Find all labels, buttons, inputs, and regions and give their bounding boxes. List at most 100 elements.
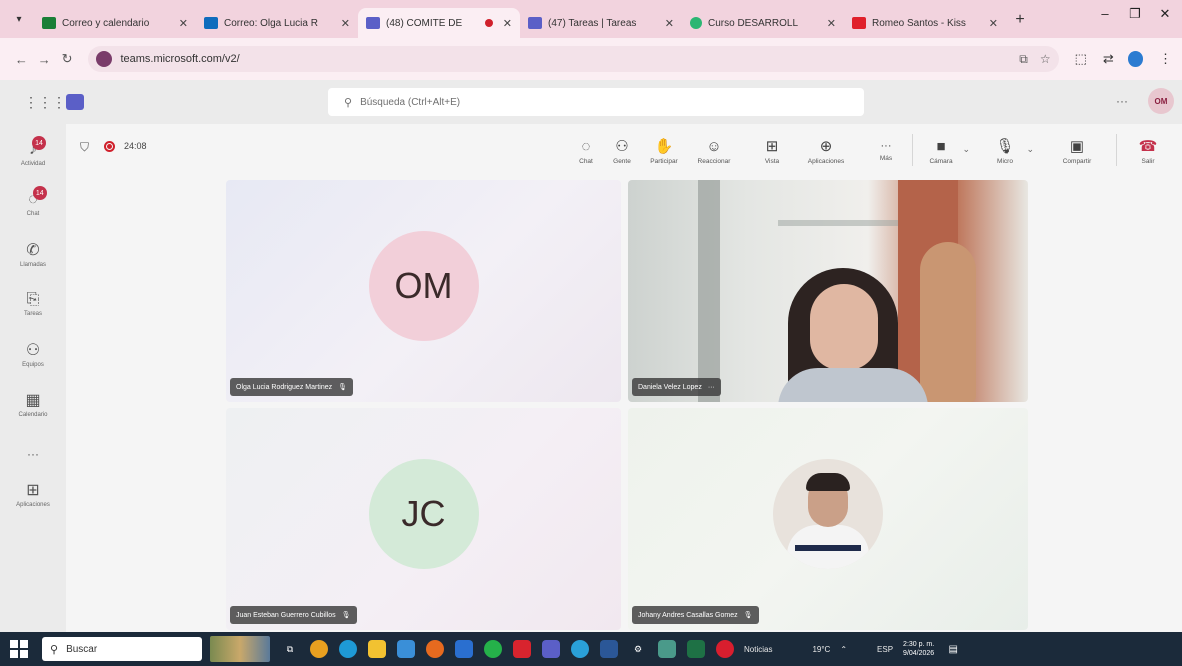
taskbar-search-input[interactable]: ⚲ Buscar xyxy=(42,637,202,661)
chrome-profile-icon[interactable] xyxy=(571,640,589,658)
participant-video-face xyxy=(810,284,878,370)
toolbar-label: Cámara xyxy=(929,157,953,165)
excel-icon[interactable] xyxy=(687,640,705,658)
toolbar-label: Micro xyxy=(997,158,1013,165)
recording-indicator-icon xyxy=(484,19,493,27)
rail-item-equipos[interactable]: ⚇ Equipos xyxy=(0,330,66,378)
url-bar[interactable]: teams.microsoft.com/v2/ ⧉ ☆ xyxy=(88,46,1059,72)
news-label[interactable]: Noticias xyxy=(744,645,772,654)
participant-tile[interactable]: JC Juan Esteban Guerrero Cubillos 🎙 xyxy=(226,408,621,630)
browser-tab-curso[interactable]: Curso DESARROLL ✕ xyxy=(682,8,844,38)
camera-app-icon[interactable] xyxy=(658,640,676,658)
browser-tab-tareas[interactable]: (47) Tareas | Tareas ✕ xyxy=(520,8,682,38)
rail-item-llamadas[interactable]: ✆ Llamadas xyxy=(0,230,66,278)
camera-button[interactable]: ■ Cámara ⌄ xyxy=(924,130,970,172)
chevron-down-icon[interactable]: ⌄ xyxy=(962,144,970,155)
participant-tile-video[interactable]: Daniela Velez Lopez ··· xyxy=(628,180,1028,402)
close-icon[interactable]: ✕ xyxy=(179,17,188,30)
acrobat-icon[interactable] xyxy=(513,640,531,658)
browser-tab-comite[interactable]: (48) COMITE DE ✕ xyxy=(358,8,520,38)
people-button[interactable]: ⚇ Gente xyxy=(606,130,638,172)
participant-tile[interactable]: Johany Andres Casallas Gomez 🎙 xyxy=(628,408,1028,630)
apps-button[interactable]: ⊕ Aplicaciones xyxy=(800,130,852,172)
rail-item-chat[interactable]: ◌ 14 Chat xyxy=(0,180,66,228)
profile-avatar-icon[interactable] xyxy=(1127,51,1144,67)
tab-search-button[interactable]: ▾ xyxy=(8,8,30,30)
tab-title: Correo: Olga Lucia R xyxy=(224,17,318,29)
cast-icon[interactable]: ⧉ xyxy=(1019,52,1028,67)
tray-chevron-icon[interactable]: ⌃ xyxy=(840,645,847,654)
whatsapp-icon[interactable] xyxy=(484,640,502,658)
camera-off-icon: ■ xyxy=(936,137,946,155)
windows-start-icon[interactable] xyxy=(10,640,28,658)
browser-tab-youtube[interactable]: Romeo Santos - Kiss ✕ xyxy=(844,8,1006,38)
toolbar-label: Aplicaciones xyxy=(807,158,845,165)
settings-more-icon[interactable]: ··· xyxy=(1116,94,1128,108)
close-icon[interactable]: ✕ xyxy=(827,17,836,30)
chat-button[interactable]: ◌ Chat xyxy=(570,130,602,172)
close-icon[interactable]: ✕ xyxy=(665,17,674,30)
toolbar-label: Más xyxy=(879,155,893,162)
reload-icon[interactable]: ↻ xyxy=(56,51,79,67)
minimize-icon[interactable]: – xyxy=(1090,6,1120,21)
leave-button[interactable]: ☎ Salir xyxy=(1132,130,1164,172)
app-launcher-icon[interactable]: ⋮⋮⋮ xyxy=(24,94,66,111)
close-icon[interactable]: ✕ xyxy=(989,17,998,30)
phone-icon: ✆ xyxy=(26,242,40,259)
chevron-down-icon[interactable]: ⌄ xyxy=(1026,144,1034,155)
search-input[interactable]: ⚲ Búsqueda (Ctrl+Alt+E) xyxy=(328,88,864,116)
react-button[interactable]: ☺ Reaccionar xyxy=(692,130,736,172)
file-explorer-icon[interactable] xyxy=(368,640,386,658)
raise-hand-button[interactable]: ✋ Participar xyxy=(644,130,684,172)
background-coat xyxy=(920,242,976,402)
language-label[interactable]: ESP xyxy=(877,645,893,654)
restore-icon[interactable]: ❐ xyxy=(1120,6,1150,22)
mail-icon[interactable] xyxy=(455,640,473,658)
rail-item-aplicaciones[interactable]: ⊞ Aplicaciones xyxy=(0,470,66,518)
shield-icon[interactable]: ⛉ xyxy=(80,140,89,155)
task-view-icon[interactable]: ⧉ xyxy=(281,640,299,658)
weather-label[interactable]: 19°C xyxy=(812,645,830,654)
forward-icon[interactable]: → xyxy=(33,52,56,67)
participant-tile[interactable]: OM Olga Lucia Rodriguez Martinez 🎙 xyxy=(226,180,621,402)
word-icon[interactable] xyxy=(600,640,618,658)
new-tab-button[interactable]: + xyxy=(1006,6,1034,34)
participant-name: Olga Lucia Rodriguez Martinez xyxy=(236,383,333,391)
user-avatar[interactable]: OM xyxy=(1148,88,1174,114)
close-icon[interactable]: ✕ xyxy=(503,17,512,30)
recording-icon[interactable] xyxy=(104,141,115,152)
share-button[interactable]: ▣ Compartir xyxy=(1056,130,1098,172)
rail-item-calendario[interactable]: ▦ Calendario xyxy=(0,380,66,428)
browser-tab-mail[interactable]: Correo y calendario ✕ xyxy=(34,8,196,38)
taskbar-clock[interactable]: 2:30 p. m. 9/04/2026 xyxy=(903,640,934,658)
news-widget-image[interactable] xyxy=(210,636,270,662)
back-icon[interactable]: ← xyxy=(10,52,33,67)
close-icon[interactable]: ✕ xyxy=(341,17,350,30)
translate-icon[interactable]: ⇄ xyxy=(1103,51,1114,67)
rail-item-tareas[interactable]: ⎘ Tareas xyxy=(0,280,66,328)
notifications-icon[interactable]: ▤ xyxy=(944,640,962,658)
extensions-icon[interactable]: ⬚ xyxy=(1075,51,1087,67)
bookmark-star-icon[interactable]: ☆ xyxy=(1040,52,1051,66)
people-icon: ⚇ xyxy=(615,138,629,155)
browser-menu-icon[interactable]: ⋮ xyxy=(1159,51,1172,67)
outlook-favicon-icon xyxy=(204,17,218,29)
participant-initials-avatar: OM xyxy=(368,231,479,341)
browser-tab-mail-olga[interactable]: Correo: Olga Lucia R ✕ xyxy=(196,8,358,38)
view-button[interactable]: ⊞ Vista xyxy=(756,130,788,172)
rail-item-actividad[interactable]: ♪ 14 Actividad xyxy=(0,130,66,178)
firefox-icon[interactable] xyxy=(426,640,444,658)
site-info-icon[interactable] xyxy=(96,51,113,67)
more-icon: ··· xyxy=(707,383,715,391)
settings-gear-icon[interactable]: ⚙ xyxy=(629,640,647,658)
more-button[interactable]: ··· Más xyxy=(870,130,902,172)
outlook-favicon-icon xyxy=(42,17,56,29)
mic-button[interactable]: 🎙 Micro ⌄ xyxy=(988,130,1034,172)
close-window-icon[interactable]: ✕ xyxy=(1150,6,1180,22)
photo-shirt xyxy=(787,525,869,569)
opera-icon[interactable] xyxy=(716,640,734,658)
chrome-icon[interactable] xyxy=(310,640,328,658)
store-icon[interactable] xyxy=(397,640,415,658)
teams-taskbar-icon[interactable] xyxy=(542,640,560,658)
edge-icon[interactable] xyxy=(339,640,357,658)
